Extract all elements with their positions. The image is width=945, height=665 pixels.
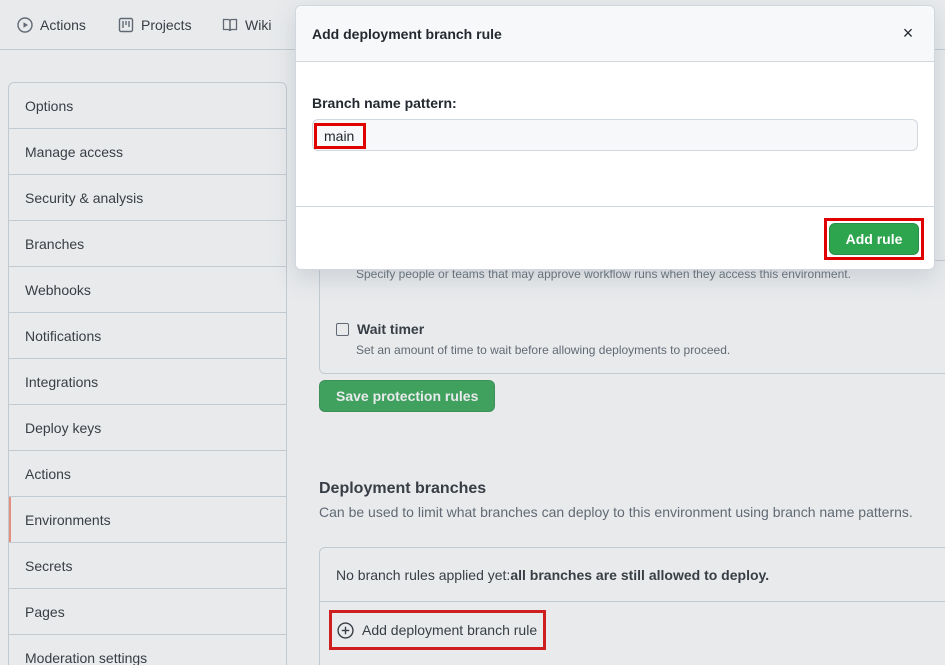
dialog-header: Add deployment branch rule × [296,6,934,62]
branch-pattern-label: Branch name pattern: [312,95,457,111]
add-rule-button[interactable]: Add rule [829,223,919,255]
branch-pattern-value[interactable]: main [314,123,366,149]
branch-pattern-input[interactable] [312,119,918,151]
dialog-footer: Add rule [296,206,934,269]
dialog-title: Add deployment branch rule [312,25,502,42]
close-icon[interactable]: × [898,23,918,44]
add-rule-highlight: Add rule [824,218,924,260]
dialog-body: Branch name pattern: main [296,63,934,206]
add-branch-rule-dialog: Add deployment branch rule × Branch name… [295,5,935,270]
